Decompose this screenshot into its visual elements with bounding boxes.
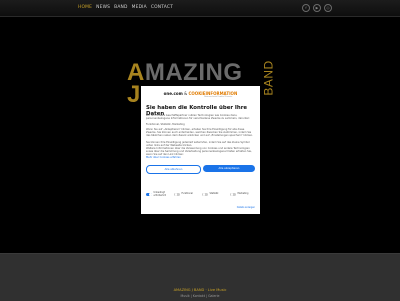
footer-tagline: AMAZING J BAND · Live Music bbox=[173, 288, 227, 292]
instagram-icon[interactable]: ◎ bbox=[324, 4, 332, 12]
show-details-link[interactable]: Details anzeigen bbox=[237, 206, 255, 209]
nav-media[interactable]: MEDIA bbox=[132, 5, 147, 10]
main-nav: HOME NEWS BAND MEDIA CONTACT bbox=[78, 5, 173, 10]
top-navigation-bar: HOME NEWS BAND MEDIA CONTACT f ▶ ◎ bbox=[0, 0, 400, 17]
toggle-functional[interactable]: Funktional bbox=[174, 192, 200, 197]
youtube-icon[interactable]: ▶ bbox=[313, 4, 321, 12]
logo-word-j: J bbox=[127, 81, 141, 108]
footer-links[interactable]: Musik | Kontakt | Galerie bbox=[0, 294, 400, 298]
nav-band[interactable]: BAND bbox=[114, 5, 127, 10]
consent-explanation: Wenn Sie auf „Akzeptieren“ klicken, erte… bbox=[146, 128, 253, 138]
reject-all-button[interactable]: Alle ablehnen bbox=[146, 165, 201, 174]
consent-toggles: Unbedingt erforderlich Funktional Statis… bbox=[146, 191, 256, 197]
logo-word-amazing: AMAZING bbox=[127, 59, 243, 86]
nav-news[interactable]: NEWS bbox=[96, 5, 110, 10]
facebook-icon[interactable]: f bbox=[302, 4, 310, 12]
toggle-switch[interactable] bbox=[146, 192, 152, 197]
toggle-switch[interactable] bbox=[230, 192, 236, 197]
nav-home[interactable]: HOME bbox=[78, 5, 92, 10]
accept-all-button[interactable]: Alle akzeptieren bbox=[203, 165, 255, 172]
nav-contact[interactable]: CONTACT bbox=[151, 5, 173, 10]
consent-brand: one.com & COOKIEINFORMATION bbox=[163, 91, 238, 96]
social-links: f ▶ ◎ bbox=[302, 4, 332, 12]
consent-brand-subtitle: Datenschutz/Cookie Dienste bbox=[204, 96, 233, 98]
consent-intro: Wir und unsere Geschäftspartner nutzen T… bbox=[146, 114, 250, 121]
logo-word-band: BAND bbox=[261, 60, 276, 96]
learn-more-link[interactable]: Mehr über Cookies erfahren bbox=[146, 156, 255, 159]
footer: AMAZING J BAND · Live Music Musik | Kont… bbox=[0, 253, 400, 301]
toggle-switch[interactable] bbox=[174, 192, 180, 197]
toggle-switch[interactable] bbox=[202, 192, 208, 197]
toggle-statistics[interactable]: Statistik bbox=[202, 192, 228, 197]
toggle-marketing[interactable]: Marketing bbox=[230, 192, 256, 197]
cookie-consent-dialog: one.com & COOKIEINFORMATION Datenschutz/… bbox=[141, 86, 260, 214]
toggle-necessary[interactable]: Unbedingt erforderlich bbox=[146, 191, 172, 197]
consent-purposes: Funktional, Statistik, Marketing bbox=[146, 123, 185, 126]
